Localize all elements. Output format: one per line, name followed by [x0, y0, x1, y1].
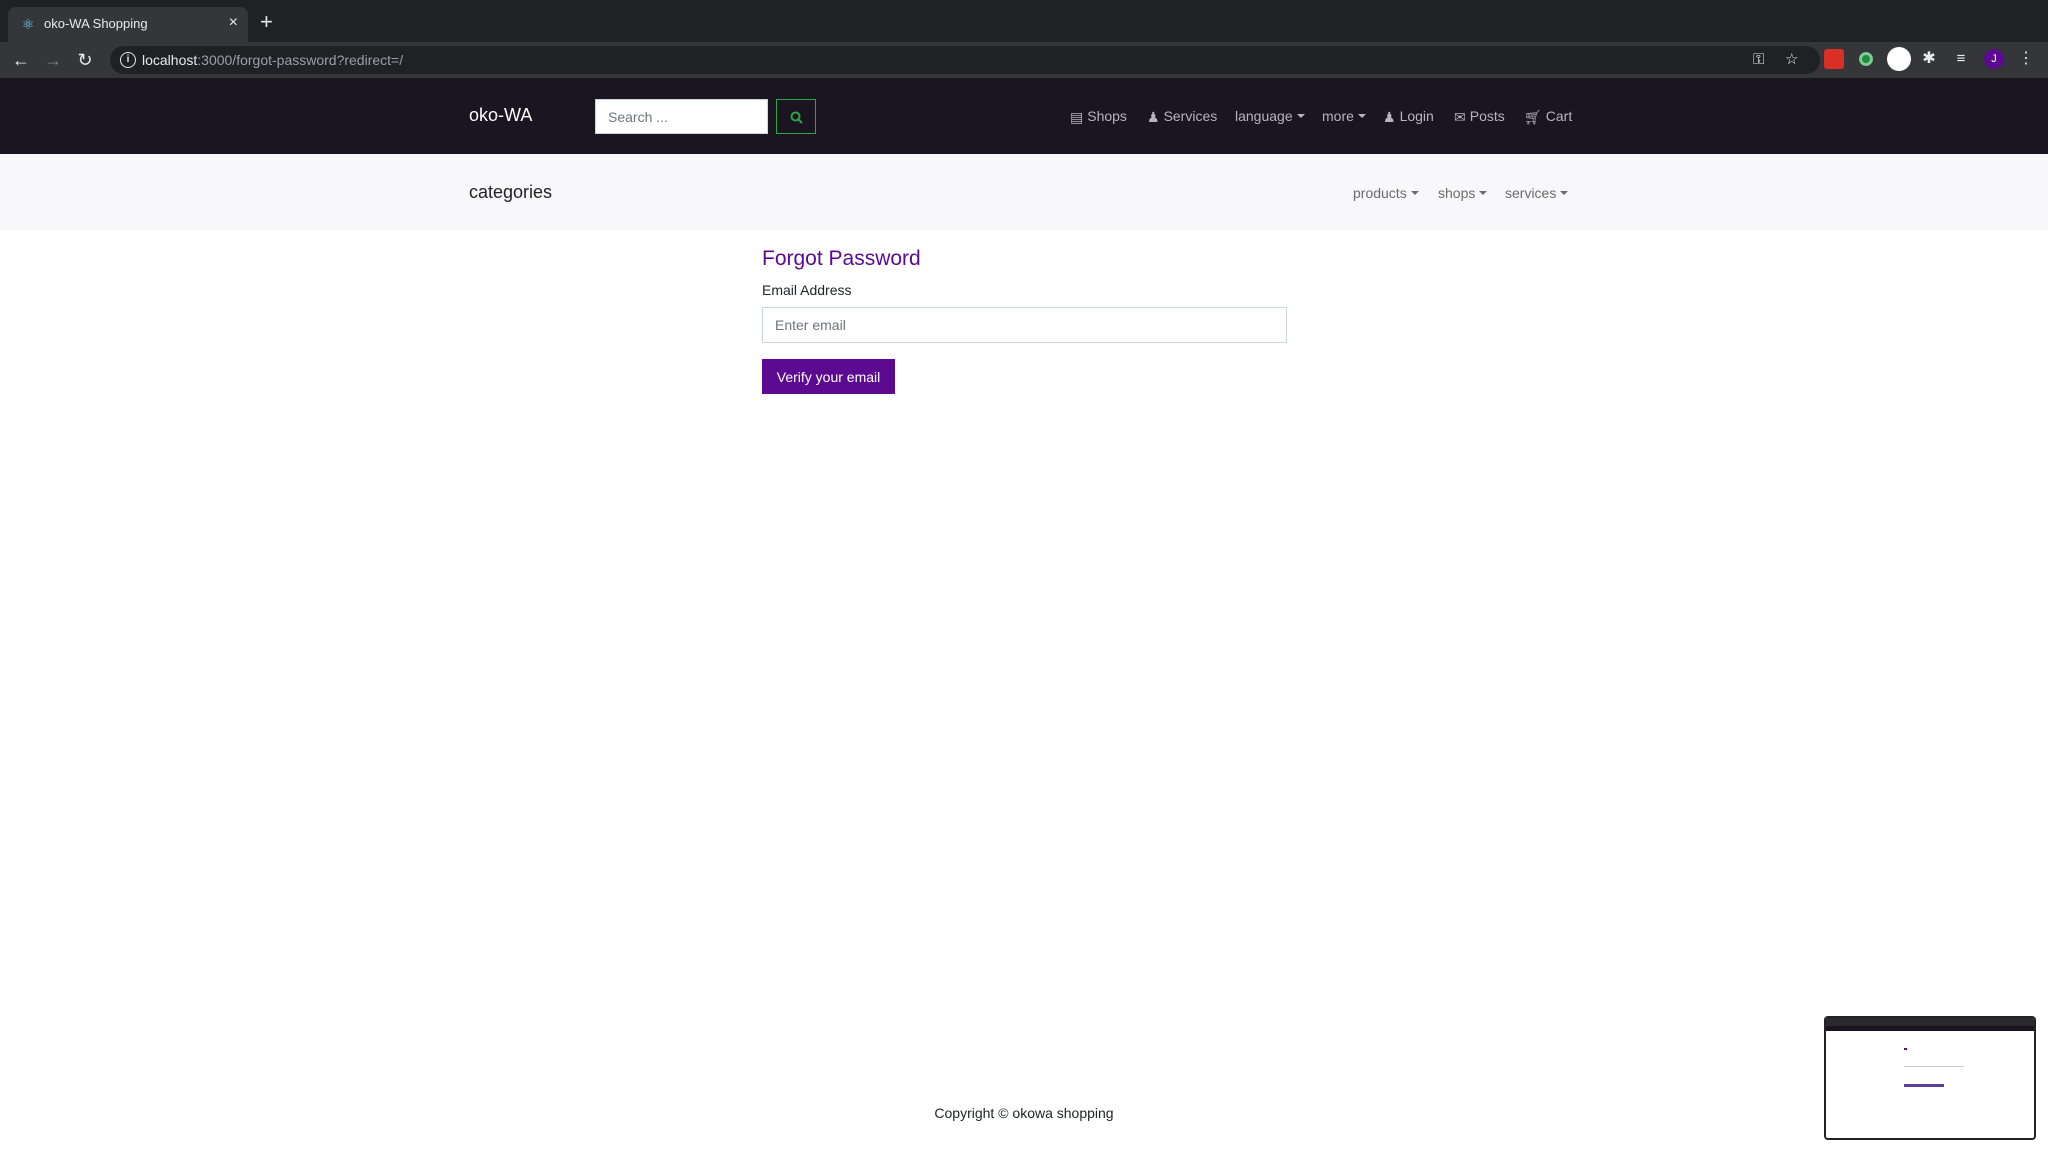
- extension-red-icon[interactable]: [1824, 49, 1844, 69]
- address-bar[interactable]: i localhost:3000/forgot-password?redirec…: [110, 46, 1820, 74]
- media-queue-icon[interactable]: ≡: [1951, 49, 1971, 69]
- cart-icon: 🛒︎: [1524, 109, 1542, 125]
- site-header: oko-WA ▤Shops ♟Services language more ♟L…: [0, 78, 2048, 154]
- envelope-icon: ✉: [1454, 109, 1466, 125]
- preview-input: [1904, 1066, 1964, 1067]
- search-input[interactable]: [595, 99, 768, 134]
- nav-more-dropdown[interactable]: more: [1322, 107, 1366, 125]
- shops-dropdown[interactable]: shops: [1438, 184, 1487, 202]
- nav-shops[interactable]: ▤ Shops: [1070, 107, 1127, 126]
- forward-arrow-icon[interactable]: →: [41, 48, 65, 72]
- tab-close-icon[interactable]: ×: [229, 14, 238, 32]
- nav-posts[interactable]: ✉ Posts: [1454, 107, 1505, 126]
- extension-green-icon[interactable]: [1856, 49, 1876, 69]
- picture-in-picture-preview[interactable]: [1824, 1016, 2036, 1140]
- nav-cart[interactable]: 🛒︎ Cart: [1524, 107, 1572, 126]
- browser-tab[interactable]: ⚛ oko-WA Shopping ×: [8, 7, 248, 42]
- categories-title[interactable]: categories: [469, 181, 552, 203]
- reload-icon[interactable]: ↻: [73, 48, 97, 72]
- preview-button: [1904, 1084, 1944, 1087]
- extension-moon-icon[interactable]: [1887, 47, 1911, 71]
- verify-email-button[interactable]: Verify your email: [762, 359, 895, 394]
- tab-title: oko-WA Shopping: [44, 16, 148, 31]
- preview-title: [1904, 1048, 1907, 1050]
- page-title: Forgot Password: [762, 247, 921, 270]
- browser-tab-bar: ⚛ oko-WA Shopping × +: [0, 0, 2048, 42]
- bookmark-star-icon[interactable]: ☆: [1785, 51, 1798, 69]
- nav-language-dropdown[interactable]: language: [1235, 107, 1305, 125]
- new-tab-button[interactable]: +: [260, 11, 273, 33]
- user-icon: ♟: [1383, 109, 1396, 125]
- search-button[interactable]: [776, 99, 816, 134]
- user-icon: ♟: [1147, 109, 1160, 125]
- extensions-puzzle-icon[interactable]: ✱: [1919, 49, 1939, 69]
- nav-login[interactable]: ♟ Login: [1383, 107, 1434, 126]
- email-label: Email Address: [762, 282, 852, 298]
- products-dropdown[interactable]: products: [1353, 184, 1419, 202]
- address-url[interactable]: localhost:3000/forgot-password?redirect=…: [142, 52, 403, 68]
- browser-toolbar: ← → ↻ i localhost:3000/forgot-password?r…: [0, 42, 2048, 78]
- nav-services[interactable]: ♟ Services: [1147, 107, 1217, 126]
- brand-logo[interactable]: oko-WA: [469, 104, 532, 126]
- preview-header: [1826, 1026, 2034, 1031]
- email-field[interactable]: [762, 307, 1287, 343]
- key-icon[interactable]: ⚿: [1753, 51, 1764, 69]
- preview-browser-bar: [1826, 1018, 2034, 1026]
- profile-avatar[interactable]: J: [1984, 49, 2004, 69]
- site-info-icon[interactable]: i: [120, 52, 136, 68]
- search-icon: [790, 111, 803, 124]
- react-favicon-icon: ⚛: [21, 16, 35, 32]
- back-arrow-icon[interactable]: ←: [9, 48, 33, 72]
- services-dropdown[interactable]: services: [1505, 184, 1568, 202]
- browser-menu-icon[interactable]: ⋮: [2016, 49, 2036, 69]
- footer-copyright: Copyright © okowa shopping: [934, 1105, 1114, 1121]
- store-icon: ▤: [1070, 109, 1084, 125]
- categories-bar: categories products shops services: [0, 154, 2048, 230]
